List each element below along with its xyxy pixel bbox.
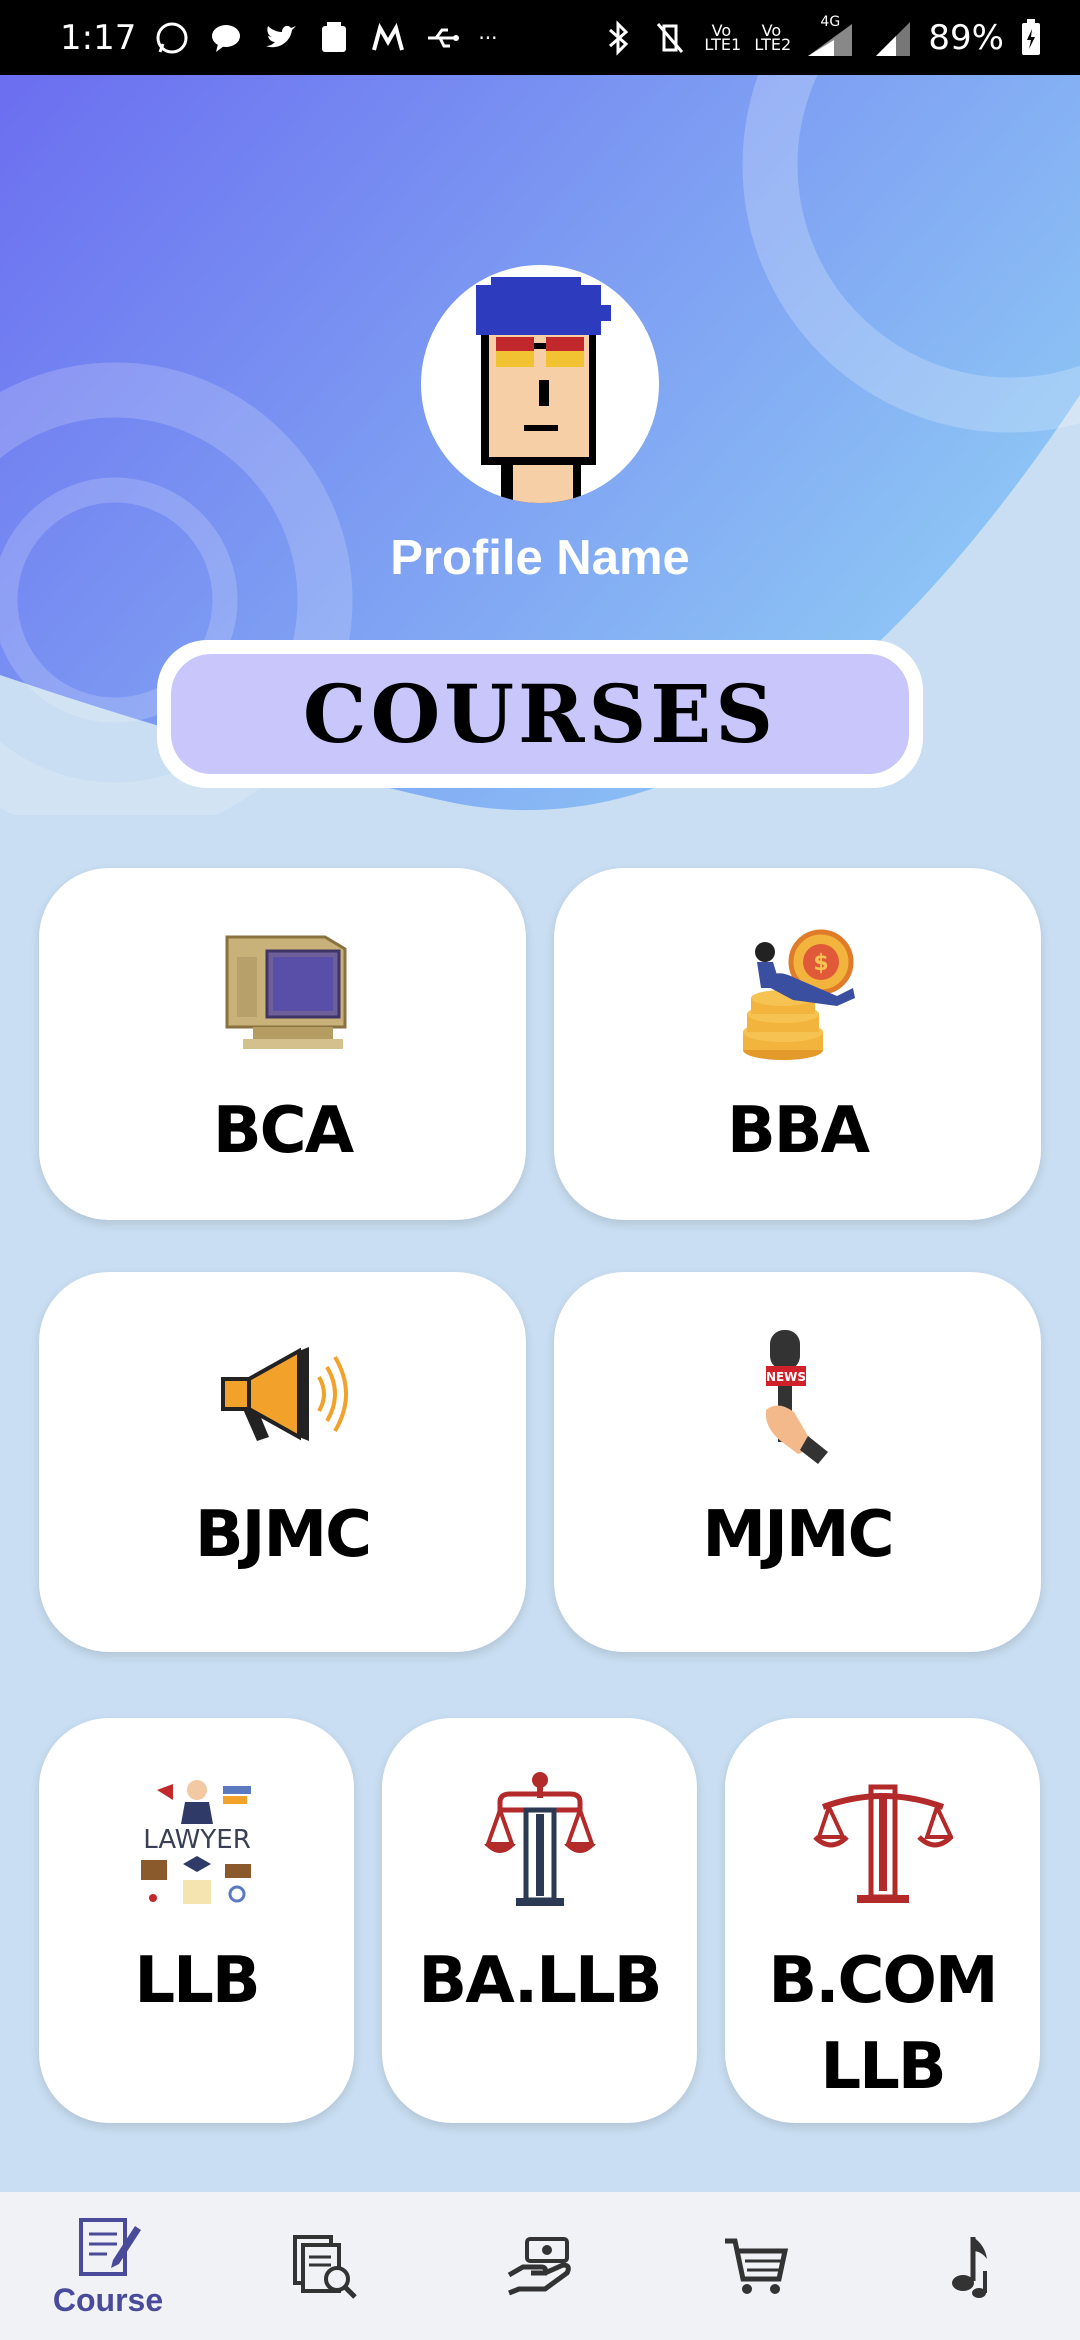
lawyer-icon: LAWYER bbox=[140, 1780, 251, 1904]
course-card-bcom-llb[interactable]: B.COM LLB bbox=[725, 1718, 1040, 2123]
pixel-avatar-icon bbox=[476, 277, 611, 503]
nav-course-label: Course bbox=[52, 2281, 164, 2318]
nav-payment[interactable] bbox=[460, 2231, 620, 2301]
clock: 1:17 bbox=[60, 17, 137, 58]
course-label-line2: LLB bbox=[820, 2030, 946, 2104]
profile-name: Profile Name bbox=[390, 531, 690, 585]
document-search-icon bbox=[293, 2235, 357, 2299]
profile-avatar[interactable] bbox=[421, 265, 659, 503]
news-microphone-icon: NEWS bbox=[765, 1330, 828, 1464]
course-card-llb[interactable]: LAWYER LLB bbox=[39, 1718, 354, 2123]
svg-text:LAWYER: LAWYER bbox=[143, 1825, 251, 1855]
course-label: B.COM LLB bbox=[768, 1938, 998, 2110]
course-label: BBA bbox=[726, 1094, 870, 1168]
twitter-icon bbox=[266, 25, 297, 47]
course-label: BCA bbox=[212, 1094, 354, 1168]
volte2-label: Vo LTE2 bbox=[754, 20, 792, 54]
battery-percent: 89% bbox=[928, 17, 1004, 58]
course-card-bba[interactable]: $ BBA bbox=[554, 868, 1041, 1220]
nav-documents[interactable] bbox=[244, 2231, 404, 2301]
signal-4g: 4G bbox=[804, 14, 856, 58]
svg-text:NEWS: NEWS bbox=[765, 1370, 805, 1384]
course-card-ballb[interactable]: BA.LLB bbox=[382, 1718, 697, 2123]
bluetooth-icon bbox=[609, 19, 629, 56]
notes-app-icon bbox=[322, 21, 347, 52]
course-card-mjmc[interactable]: NEWS MJMC bbox=[554, 1272, 1041, 1652]
more-notifications: ··· bbox=[478, 25, 498, 50]
m-app-icon bbox=[372, 22, 405, 51]
scales-icon bbox=[812, 1784, 953, 1903]
course-card-bjmc[interactable]: BJMC bbox=[39, 1272, 526, 1652]
course-label: LLB bbox=[134, 1944, 260, 2018]
nav-cart[interactable] bbox=[676, 2231, 836, 2301]
justice-pillar-icon bbox=[483, 1772, 596, 1906]
usb-icon bbox=[428, 28, 460, 47]
courses-banner: COURSES bbox=[157, 640, 923, 788]
music-note-icon bbox=[952, 2237, 987, 2298]
vibrate-icon bbox=[657, 22, 684, 53]
coin-stack-icon: $ bbox=[742, 929, 855, 1060]
retro-computer-icon bbox=[225, 935, 346, 1049]
message-bubble-icon bbox=[212, 24, 241, 52]
shopping-cart-icon bbox=[725, 2238, 789, 2294]
volte1-label: Vo LTE1 bbox=[704, 20, 742, 54]
courses-title: COURSES bbox=[171, 654, 909, 774]
course-card-bca[interactable]: BCA bbox=[39, 868, 526, 1220]
course-label: MJMC bbox=[702, 1498, 894, 1572]
course-label: BJMC bbox=[194, 1498, 372, 1572]
bottom-navigation: Course bbox=[0, 2192, 1080, 2340]
svg-text:$: $ bbox=[813, 951, 828, 976]
hand-money-icon bbox=[507, 2237, 571, 2296]
battery-icon bbox=[1022, 18, 1040, 55]
course-label-line1: B.COM bbox=[768, 1944, 998, 2018]
course-label: BA.LLB bbox=[418, 1944, 662, 2018]
signal-strength-icon bbox=[876, 21, 911, 56]
nav-course[interactable]: Course bbox=[28, 2214, 188, 2319]
course-document-icon bbox=[79, 2217, 141, 2276]
whatsapp-icon bbox=[156, 22, 188, 53]
nav-music[interactable] bbox=[892, 2231, 1052, 2301]
megaphone-icon bbox=[220, 1347, 348, 1441]
status-bar: 1:17 ··· Vo LTE1 Vo LTE2 4G 89% bbox=[0, 0, 1080, 75]
